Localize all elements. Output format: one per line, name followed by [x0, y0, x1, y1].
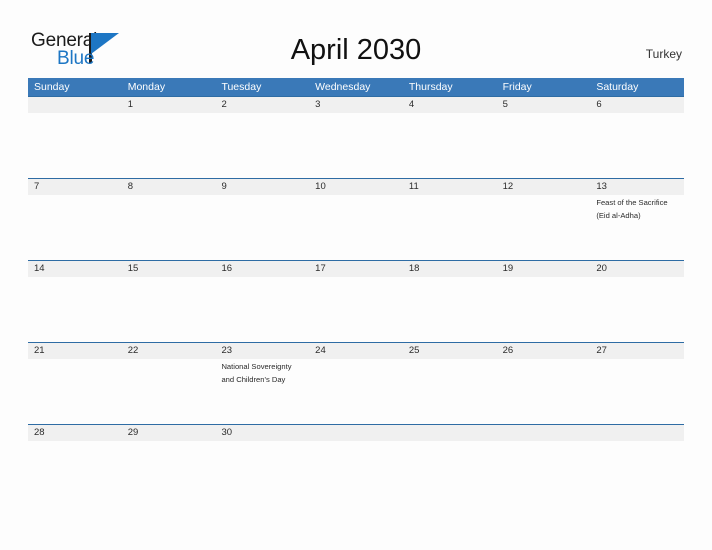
week-event-band	[28, 441, 684, 443]
day-event	[122, 359, 216, 386]
day-number[interactable]: 17	[309, 261, 403, 277]
day-number[interactable]: 29	[122, 425, 216, 441]
day-number[interactable]: 9	[215, 179, 309, 195]
day-number[interactable]: 19	[497, 261, 591, 277]
day-event	[403, 195, 497, 222]
week-daynumber-band: 1 2 3 4 5 6	[28, 97, 684, 113]
day-event	[497, 277, 591, 279]
day-number[interactable]: 28	[28, 425, 122, 441]
day-number[interactable]: 1	[122, 97, 216, 113]
week-daynumber-band: 7 8 9 10 11 12 13	[28, 179, 684, 195]
week-event-band	[28, 277, 684, 279]
weekday-header-saturday: Saturday	[596, 81, 639, 93]
day-number[interactable]: 13	[590, 179, 684, 195]
week-row: 14 15 16 17 18 19 20	[28, 260, 684, 342]
day-event	[122, 113, 216, 115]
day-event: National Sovereignty and Children's Day	[221, 362, 292, 384]
day-number[interactable]: 10	[309, 179, 403, 195]
day-event	[309, 277, 403, 279]
day-number[interactable]: 30	[215, 425, 309, 441]
day-event	[590, 113, 684, 115]
day-number[interactable]: 27	[590, 343, 684, 359]
day-event	[309, 195, 403, 222]
day-event	[497, 359, 591, 386]
week-daynumber-band: 28 29 30	[28, 425, 684, 441]
day-event	[215, 441, 309, 443]
week-row: 21 22 23 24 25 26 27 National Sovereignt…	[28, 342, 684, 424]
day-event	[215, 277, 309, 279]
week-daynumber-band: 21 22 23 24 25 26 27	[28, 343, 684, 359]
day-event	[215, 195, 309, 222]
day-event	[122, 441, 216, 443]
day-number[interactable]: 24	[309, 343, 403, 359]
day-event: Feast of the Sacrifice (Eid al-Adha)	[596, 198, 668, 220]
week-row: 28 29 30	[28, 424, 684, 448]
day-number[interactable]	[309, 425, 403, 441]
day-event	[28, 277, 122, 279]
calendar-grid: Sunday Monday Tuesday Wednesday Thursday…	[28, 78, 684, 448]
day-number[interactable]	[590, 425, 684, 441]
day-event	[403, 113, 497, 115]
day-number[interactable]: 14	[28, 261, 122, 277]
day-number[interactable]: 8	[122, 179, 216, 195]
day-event	[403, 441, 497, 443]
weekday-header-row: Sunday Monday Tuesday Wednesday Thursday…	[28, 78, 684, 96]
day-number[interactable]: 3	[309, 97, 403, 113]
weekday-header-sunday: Sunday	[34, 81, 70, 93]
week-row: 1 2 3 4 5 6	[28, 96, 684, 178]
day-event	[590, 441, 684, 443]
week-event-band: National Sovereignty and Children's Day	[28, 359, 684, 386]
week-row: 7 8 9 10 11 12 13 Feast of the Sacrifice…	[28, 178, 684, 260]
day-number[interactable]: 6	[590, 97, 684, 113]
day-event	[403, 359, 497, 386]
region-label: Turkey	[645, 47, 682, 61]
day-event	[215, 113, 309, 115]
page-title: April 2030	[290, 34, 422, 66]
day-number[interactable]	[497, 425, 591, 441]
day-event	[309, 113, 403, 115]
day-event	[122, 277, 216, 279]
day-number[interactable]: 20	[590, 261, 684, 277]
weekday-header-friday: Friday	[502, 81, 532, 93]
day-number[interactable]: 18	[403, 261, 497, 277]
day-event	[28, 359, 122, 386]
weekday-header-wednesday: Wednesday	[315, 81, 371, 93]
day-number[interactable]: 25	[403, 343, 497, 359]
day-event	[28, 195, 122, 222]
day-number[interactable]: 4	[403, 97, 497, 113]
weekday-header-monday: Monday	[127, 81, 166, 93]
day-event	[28, 113, 122, 115]
day-number[interactable]: 22	[122, 343, 216, 359]
day-number[interactable]: 16	[215, 261, 309, 277]
day-event	[309, 441, 403, 443]
day-event	[497, 195, 591, 222]
week-event-band: Feast of the Sacrifice (Eid al-Adha)	[28, 195, 684, 222]
day-event	[28, 441, 122, 443]
weekday-header-thursday: Thursday	[408, 81, 453, 93]
day-event	[497, 113, 591, 115]
day-event	[497, 441, 591, 443]
day-event	[122, 195, 216, 222]
week-daynumber-band: 14 15 16 17 18 19 20	[28, 261, 684, 277]
day-number[interactable]: 2	[215, 97, 309, 113]
day-number[interactable]: 5	[497, 97, 591, 113]
page-header: General Blue April 2030 Turkey	[0, 0, 712, 78]
calendar-page: General Blue April 2030 Turkey Sunday Mo…	[0, 0, 712, 550]
day-event	[590, 359, 684, 386]
day-number[interactable]	[403, 425, 497, 441]
week-event-band	[28, 113, 684, 115]
day-number[interactable]: 11	[403, 179, 497, 195]
day-event	[403, 277, 497, 279]
day-number[interactable]: 12	[497, 179, 591, 195]
day-number[interactable]: 21	[28, 343, 122, 359]
day-event	[590, 277, 684, 279]
weekday-header-tuesday: Tuesday	[221, 81, 262, 93]
day-number[interactable]: 23	[215, 343, 309, 359]
day-event	[309, 359, 403, 386]
day-number[interactable]	[28, 97, 122, 113]
day-number[interactable]: 15	[122, 261, 216, 277]
day-number[interactable]: 26	[497, 343, 591, 359]
day-number[interactable]: 7	[28, 179, 122, 195]
